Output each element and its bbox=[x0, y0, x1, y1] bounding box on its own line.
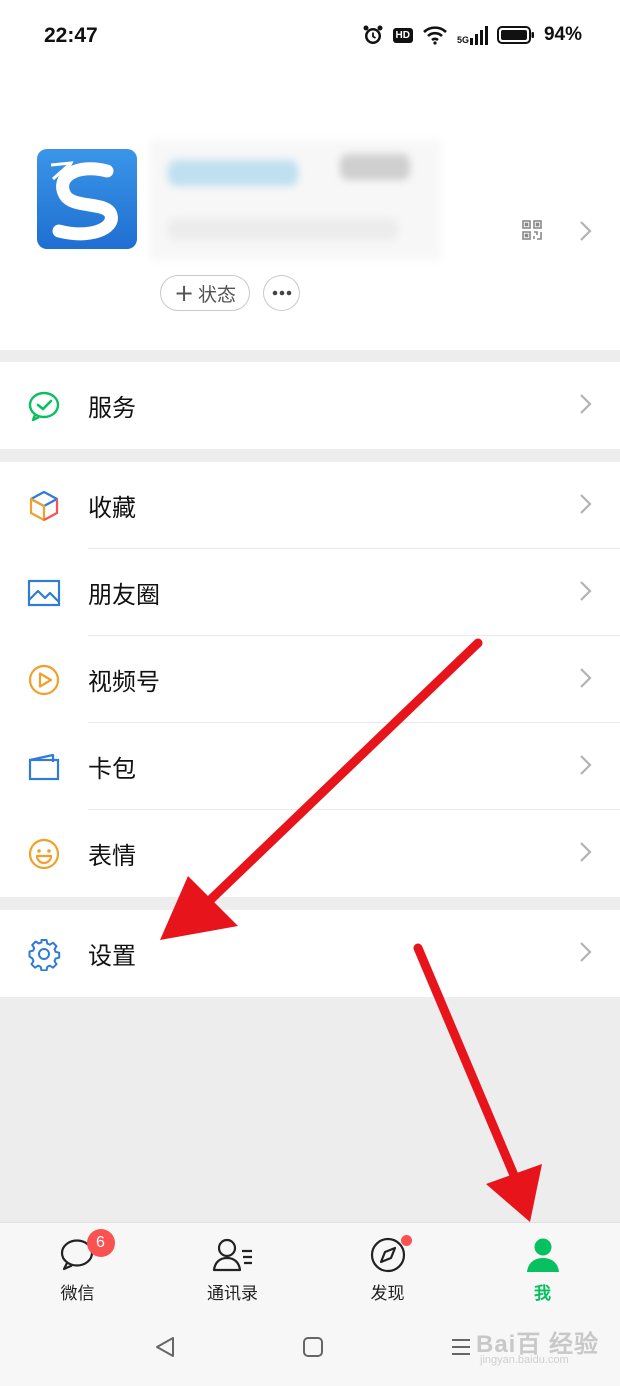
profile-header[interactable]: + 状态 bbox=[0, 80, 620, 350]
menu-item-settings[interactable]: 设置 bbox=[0, 910, 620, 997]
play-circle-icon bbox=[27, 663, 61, 697]
menu-label: 表情 bbox=[88, 842, 136, 870]
menu-item-channels[interactable]: 视频号 bbox=[0, 636, 620, 723]
menu-group-services: 服务 bbox=[0, 362, 620, 449]
tab-label: 通讯录 bbox=[207, 1284, 258, 1304]
avatar[interactable] bbox=[37, 149, 137, 249]
battery-percent: 94% bbox=[543, 24, 582, 45]
bottom-tab-bar: 6 微信 通讯录 发现 我 bbox=[0, 1222, 620, 1310]
status-icons: HD 5G 94% bbox=[362, 24, 582, 46]
person-icon bbox=[524, 1235, 562, 1275]
wifi-icon bbox=[422, 25, 448, 45]
plus-icon: + bbox=[173, 279, 195, 307]
menu-item-favorites[interactable]: 收藏 bbox=[0, 462, 620, 549]
tab-label: 微信 bbox=[60, 1284, 95, 1304]
smile-icon bbox=[27, 837, 61, 871]
menu-group-settings: 设置 bbox=[0, 910, 620, 997]
menu-item-moments[interactable]: 朋友圈 bbox=[0, 549, 620, 636]
tab-label: 发现 bbox=[370, 1284, 405, 1304]
watermark-url: jingyan.baidu.com bbox=[480, 1354, 569, 1366]
menu-lines-icon[interactable] bbox=[450, 1336, 472, 1362]
chevron-right-icon bbox=[578, 580, 592, 606]
tab-discover[interactable]: 发现 bbox=[310, 1223, 465, 1310]
chevron-right-icon bbox=[578, 754, 592, 780]
tab-chats[interactable]: 6 微信 bbox=[0, 1223, 155, 1310]
wallet-icon bbox=[27, 750, 61, 784]
chevron-right-icon bbox=[578, 393, 592, 419]
cube-icon bbox=[27, 489, 61, 523]
chevron-right-icon bbox=[578, 841, 592, 867]
compass-icon bbox=[369, 1235, 412, 1275]
menu-label: 视频号 bbox=[88, 668, 160, 696]
services-icon bbox=[27, 389, 61, 423]
chevron-right-icon[interactable] bbox=[578, 220, 592, 246]
picture-icon bbox=[27, 576, 61, 610]
chevron-right-icon bbox=[578, 667, 592, 693]
menu-group-main: 收藏 朋友圈 视频号 卡包 表情 bbox=[0, 462, 620, 897]
qr-code-icon[interactable] bbox=[522, 220, 542, 244]
profile-name-blurred bbox=[150, 140, 440, 260]
more-dots-icon[interactable] bbox=[263, 275, 300, 311]
tab-me[interactable]: 我 bbox=[465, 1223, 620, 1310]
tab-contacts[interactable]: 通讯录 bbox=[155, 1223, 310, 1310]
status-bar: 22:47 HD 5G 94% bbox=[0, 0, 620, 80]
cellular-signal-icon: 5G bbox=[457, 25, 488, 45]
battery-icon bbox=[496, 25, 535, 45]
menu-item-cards[interactable]: 卡包 bbox=[0, 723, 620, 810]
status-time: 22:47 bbox=[44, 24, 98, 47]
menu-label: 设置 bbox=[88, 942, 136, 970]
tab-label: 我 bbox=[534, 1284, 551, 1304]
chevron-right-icon bbox=[578, 941, 592, 967]
menu-label: 服务 bbox=[88, 394, 136, 422]
hd-badge: HD bbox=[392, 27, 413, 43]
menu-label: 收藏 bbox=[88, 494, 136, 522]
back-triangle-icon[interactable] bbox=[154, 1336, 176, 1362]
chevron-right-icon bbox=[578, 493, 592, 519]
add-status-button[interactable]: + 状态 bbox=[160, 275, 250, 311]
home-square-icon[interactable] bbox=[302, 1336, 324, 1362]
menu-label: 朋友圈 bbox=[88, 581, 160, 609]
status-button-label: 状态 bbox=[198, 283, 237, 306]
unread-badge: 6 bbox=[86, 1229, 115, 1257]
alarm-icon bbox=[362, 24, 384, 46]
contacts-icon bbox=[212, 1235, 254, 1275]
new-content-dot bbox=[400, 1235, 412, 1246]
menu-label: 卡包 bbox=[88, 755, 136, 783]
network-type-label: 5G bbox=[456, 35, 469, 45]
gear-icon bbox=[27, 937, 61, 971]
menu-item-stickers[interactable]: 表情 bbox=[0, 810, 620, 897]
chat-bubble-icon: 6 bbox=[59, 1229, 115, 1275]
menu-item-services[interactable]: 服务 bbox=[0, 362, 620, 449]
system-nav-bar: Bai百 经验 jingyan.baidu.com bbox=[0, 1310, 620, 1386]
